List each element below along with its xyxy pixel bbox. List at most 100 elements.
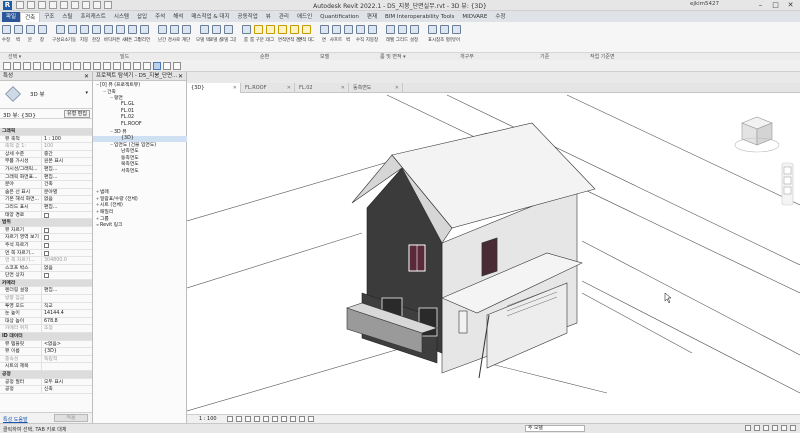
tool-model-group-button[interactable]: 모델 그룹: [220, 22, 236, 52]
options-bar-icon[interactable]: [153, 62, 161, 70]
options-bar-icon[interactable]: [113, 62, 121, 70]
ribbon-tab-15[interactable]: 편재: [363, 12, 381, 22]
property-value[interactable]: 없음: [42, 265, 92, 272]
ribbon-tab-2[interactable]: 구조: [40, 12, 58, 22]
tree-node[interactable]: [93, 182, 187, 189]
ribbon-tab-7[interactable]: 주석: [151, 12, 169, 22]
view-tab[interactable]: FL.ROOF ✕: [241, 83, 295, 93]
ribbon-tab-16[interactable]: BIM Interoperability Tools: [381, 12, 458, 22]
options-bar-icon[interactable]: [43, 62, 51, 70]
print-icon[interactable]: [60, 1, 68, 9]
property-value[interactable]: [42, 363, 92, 370]
close-tab-icon[interactable]: ✕: [341, 83, 345, 93]
property-value[interactable]: 없음: [42, 196, 92, 203]
tree-node[interactable]: −3D 뷰: [93, 129, 187, 136]
navigation-bar[interactable]: [781, 162, 794, 206]
shadows-icon[interactable]: [254, 416, 260, 422]
tree-node[interactable]: +패밀리: [93, 209, 187, 216]
close-tab-icon[interactable]: ✕: [233, 83, 237, 93]
ribbon-tab-11[interactable]: 뷰: [262, 12, 275, 22]
tree-node[interactable]: +시트 (전체): [93, 202, 187, 209]
ribbon-tab-9[interactable]: 매스작업 & 대지: [187, 12, 233, 22]
edit-type-button[interactable]: 유형 편집: [64, 110, 90, 118]
main-model-selector[interactable]: 주 모델: [525, 425, 585, 432]
options-bar-icon[interactable]: [163, 62, 171, 70]
property-category[interactable]: 공정: [0, 371, 92, 379]
tool-set-button[interactable]: 설정: [408, 22, 420, 52]
property-value[interactable]: [42, 212, 92, 219]
property-value[interactable]: 중간: [42, 151, 92, 158]
ribbon-tab-12[interactable]: 관리: [275, 12, 293, 22]
render-icon[interactable]: [263, 416, 269, 422]
property-value[interactable]: 모두 표시: [42, 379, 92, 386]
options-bar-icon[interactable]: [13, 62, 21, 70]
property-value[interactable]: [42, 272, 92, 279]
ribbon-tab-17[interactable]: MIDVARE: [458, 12, 491, 22]
select-pinned-icon[interactable]: [763, 425, 769, 431]
undo-icon[interactable]: [38, 1, 46, 9]
redo-icon[interactable]: [49, 1, 57, 9]
3d-view-icon[interactable]: [93, 1, 101, 9]
visual-style-icon[interactable]: [236, 416, 242, 422]
ribbon-tab-18[interactable]: 수정: [491, 12, 509, 22]
tool-area-tag-button[interactable]: 면적 태그: [298, 22, 314, 52]
house-model[interactable]: [346, 122, 596, 379]
properties-close-icon[interactable]: ✕: [84, 72, 89, 81]
ribbon-tab-1[interactable]: 건축: [20, 11, 41, 22]
select-by-face-icon[interactable]: [772, 425, 778, 431]
tool-dormer-button[interactable]: 지붕창: [366, 22, 378, 52]
tree-node[interactable]: +그룹: [93, 216, 187, 223]
property-value[interactable]: [42, 250, 92, 257]
tree-node[interactable]: 남측면도: [93, 149, 187, 156]
tree-node[interactable]: −건축: [93, 89, 187, 96]
property-value[interactable]: 304800.0: [42, 257, 92, 264]
tree-node[interactable]: 동측면도: [93, 156, 187, 163]
view-scale[interactable]: 1 : 100: [199, 416, 217, 422]
property-value[interactable]: 편집...: [42, 174, 92, 181]
project-browser-close-icon[interactable]: ✕: [178, 72, 183, 81]
tree-node[interactable]: FL.GL: [93, 102, 187, 109]
property-value[interactable]: 편집...: [42, 204, 92, 211]
property-category[interactable]: 카메라: [0, 279, 92, 288]
filter-icon[interactable]: [790, 425, 796, 431]
property-value[interactable]: 분야별: [42, 189, 92, 196]
show-crop-icon[interactable]: [281, 416, 287, 422]
maximize-button[interactable]: □: [768, 0, 783, 10]
instance-filter[interactable]: 3D 뷰: {3D} 유형 편집: [0, 109, 92, 119]
property-checkbox[interactable]: [44, 235, 49, 241]
property-value[interactable]: [42, 295, 92, 302]
tool-stair-button[interactable]: 계단: [180, 22, 192, 52]
ribbon-tab-6[interactable]: 삽입: [133, 12, 151, 22]
save-icon[interactable]: [27, 1, 35, 9]
property-value[interactable]: <없음>: [42, 341, 92, 348]
tree-node[interactable]: +일람표/수량 (전체): [93, 196, 187, 203]
measure-icon[interactable]: [71, 1, 79, 9]
options-bar-icon[interactable]: [83, 62, 91, 70]
temporary-hide-icon[interactable]: [299, 416, 305, 422]
property-value[interactable]: 독립적: [42, 356, 92, 363]
property-value[interactable]: 편집...: [42, 287, 92, 294]
property-checkbox[interactable]: [44, 212, 49, 218]
detail-level-icon[interactable]: [227, 416, 233, 422]
lock-view-icon[interactable]: [290, 416, 296, 422]
reveal-hidden-icon[interactable]: [308, 416, 314, 422]
user-name[interactable]: ejkim5427: [690, 1, 719, 7]
ribbon-tab-3[interactable]: 스틸: [58, 12, 76, 22]
options-bar-icon[interactable]: [133, 62, 141, 70]
options-bar-icon[interactable]: [53, 62, 61, 70]
tree-node[interactable]: +범례: [93, 189, 187, 196]
options-bar-icon[interactable]: [33, 62, 41, 70]
property-value[interactable]: 1 : 100: [42, 136, 92, 143]
property-value[interactable]: 678.8: [42, 318, 92, 325]
property-value[interactable]: {3D}: [42, 348, 92, 355]
property-value[interactable]: 편집...: [42, 166, 92, 173]
drag-elements-icon[interactable]: [781, 425, 787, 431]
tree-node[interactable]: FL.01: [93, 109, 187, 116]
sun-path-icon[interactable]: [245, 416, 251, 422]
view-tab[interactable]: FL.02 ✕: [295, 83, 349, 93]
close-button[interactable]: ✕: [783, 0, 798, 10]
drawing-canvas[interactable]: [187, 93, 800, 414]
open-icon[interactable]: [16, 1, 24, 9]
property-value[interactable]: [42, 242, 92, 249]
options-bar-icon[interactable]: [23, 62, 31, 70]
